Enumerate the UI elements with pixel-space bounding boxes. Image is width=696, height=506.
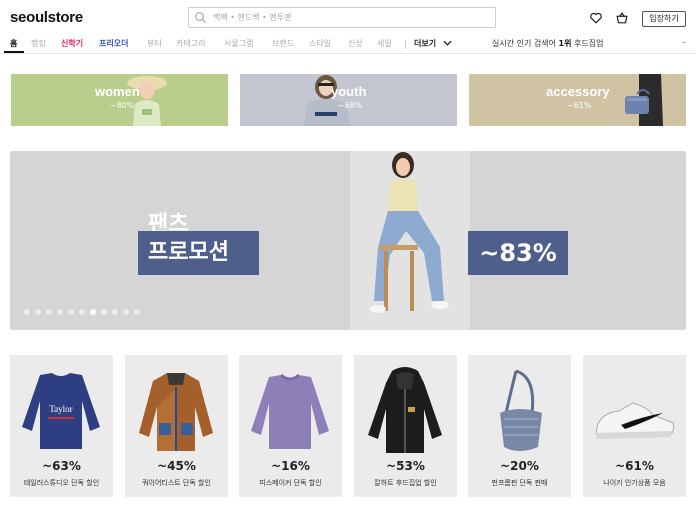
category-discount: ~68% — [338, 101, 363, 110]
realtime-toggle[interactable]: – — [682, 38, 686, 47]
product-name: 쿼이어티스트 단독 할인 — [142, 479, 211, 487]
search-icon[interactable] — [194, 11, 207, 24]
category-title: accessory — [546, 84, 610, 99]
nav-item-home[interactable]: 홈 — [10, 38, 17, 49]
realtime-label: 실시간 인기 검색어 — [492, 39, 556, 48]
carousel-dot[interactable] — [79, 309, 85, 315]
category-title: youth — [331, 84, 367, 99]
hero-banner[interactable]: 팬츠 프로모션 ~83% — [10, 151, 686, 330]
cart-icon[interactable] — [615, 11, 629, 25]
category-banner-women[interactable]: women ~80% — [11, 74, 228, 126]
nav-item-brand[interactable]: 브랜드 — [272, 38, 294, 49]
nav-item-preorder[interactable]: 프리오더 — [99, 38, 128, 49]
accessory-model-image — [625, 74, 663, 126]
carousel-dot[interactable] — [112, 309, 118, 315]
category-discount: ~61% — [567, 101, 592, 110]
women-model-image — [127, 76, 167, 126]
purple-sweater-icon — [251, 373, 329, 449]
category-banner-accessory[interactable]: accessory ~61% — [469, 74, 686, 126]
nav-active-indicator — [4, 51, 24, 53]
hero-discount: ~83% — [468, 231, 568, 275]
carousel-dot[interactable] — [24, 309, 30, 315]
carousel-dot[interactable] — [134, 309, 140, 315]
realtime-search[interactable]: 실시간 인기 검색어 1위 후드집업 — [492, 38, 603, 49]
product-card[interactable]: ~20% 펀프롬펀 단독 판매 — [468, 355, 571, 497]
product-name: 칼하트 후드집업 할인 — [374, 479, 437, 487]
product-discount: ~61% — [615, 459, 654, 473]
nav-item-sale[interactable]: 세일 — [377, 38, 392, 49]
pants-model-image — [370, 152, 449, 313]
product-name: 피스메이커 단독 할인 — [259, 479, 322, 487]
product-card[interactable]: ~53% 칼하트 후드집업 할인 — [354, 355, 457, 497]
fleece-jacket-icon — [139, 373, 213, 451]
category-title: women — [95, 84, 140, 99]
product-discount: ~45% — [157, 459, 196, 473]
carousel-dot[interactable] — [35, 309, 41, 315]
product-discount: ~16% — [271, 459, 310, 473]
category-discount: ~80% — [110, 101, 135, 110]
denim-bag-icon — [500, 369, 542, 451]
carousel-dot[interactable] — [90, 309, 96, 315]
sneaker-icon — [595, 402, 674, 439]
nav-item-ranking[interactable]: 랭킹 — [31, 38, 46, 49]
product-discount: ~53% — [386, 459, 425, 473]
product-card[interactable]: ~61% 나이키 인기상품 모음 — [583, 355, 686, 497]
product-name: 펀프롬펀 단독 판매 — [491, 479, 548, 487]
search-input[interactable] — [213, 10, 483, 25]
carousel-dot[interactable] — [57, 309, 63, 315]
youth-model-image — [304, 75, 350, 126]
category-banner-youth[interactable]: youth ~68% — [240, 74, 457, 126]
logo[interactable]: seoulstore — [10, 9, 83, 26]
heart-icon[interactable] — [589, 11, 603, 25]
nav-item-category[interactable]: 카테고리 — [176, 38, 205, 49]
realtime-rank: 1위 — [558, 39, 572, 48]
chevron-down-icon[interactable] — [443, 39, 452, 47]
carousel-dot[interactable] — [68, 309, 74, 315]
product-name: 테일러스튜디오 단독 할인 — [23, 479, 100, 487]
search-box[interactable] — [188, 7, 496, 28]
login-button[interactable]: 입장하기 — [642, 11, 686, 27]
nav-item-beauty[interactable]: 뷰티 — [147, 38, 162, 49]
product-discount: ~63% — [42, 459, 81, 473]
product-card[interactable]: Taylor ~63% 테일러스튜디오 단독 할인 — [10, 355, 113, 497]
nav-item-more[interactable]: 더보기 — [414, 38, 436, 49]
carousel-dot[interactable] — [123, 309, 129, 315]
product-name: 나이키 인기상품 모음 — [603, 479, 666, 487]
nav-item-back-to-school[interactable]: 신학기 — [61, 38, 83, 49]
product-card[interactable]: ~45% 쿼이어티스트 단독 할인 — [125, 355, 228, 497]
hero-title-line2: 프로모션 — [138, 231, 259, 275]
carousel-dot[interactable] — [46, 309, 52, 315]
navy-sweatshirt-icon: Taylor — [22, 373, 100, 449]
nav-divider — [405, 40, 406, 49]
nav-item-new[interactable]: 신상 — [348, 38, 363, 49]
realtime-term[interactable]: 후드집업 — [574, 39, 603, 48]
carousel-dot[interactable] — [101, 309, 107, 315]
header: seoulstore 입장하기 — [0, 0, 696, 36]
svg-text:Taylor: Taylor — [49, 404, 72, 414]
product-card[interactable]: ~16% 피스메이커 단독 할인 — [239, 355, 342, 497]
black-hoodie-icon — [368, 367, 442, 453]
nav-item-seoulgram[interactable]: 서울그램 — [224, 38, 253, 49]
main-nav: 홈 랭킹 신학기 프리오더 뷰티 카테고리 서울그램 브랜드 스타일 신상 세일… — [0, 36, 696, 54]
product-discount: ~20% — [500, 459, 539, 473]
nav-item-style[interactable]: 스타일 — [309, 38, 331, 49]
